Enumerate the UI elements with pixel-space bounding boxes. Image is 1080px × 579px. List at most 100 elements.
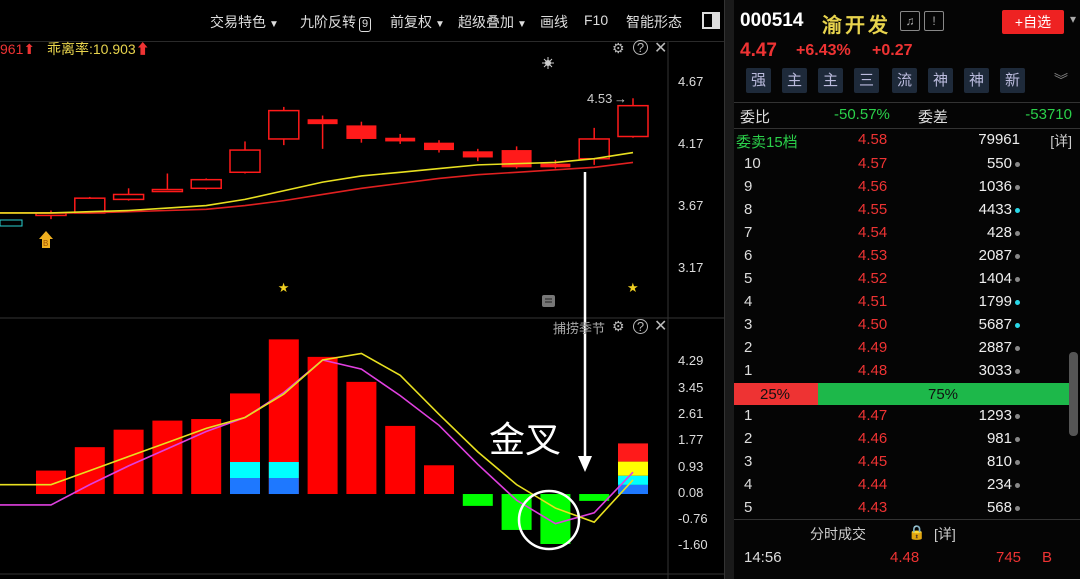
tag-flow[interactable]: 流 [892,68,917,93]
sub-y-tick: -0.76 [678,511,708,526]
tag-strong[interactable]: 强 [746,68,771,93]
quote-panel: 000514 渝开发 ♫ ! +自选 ▾ 4.47 +6.43% +0.27 强… [734,0,1080,579]
ask-volume: 1404 [978,270,1012,287]
warning-icon[interactable]: ! [924,11,944,31]
sub-y-tick: 1.77 [678,432,704,447]
ask-row[interactable]: 1 4.48 3033 [734,360,1064,383]
bid-price: 4.46 [858,430,888,447]
tag-main[interactable]: 主 [782,68,807,93]
candle[interactable] [307,115,338,149]
indicator-bar [346,381,377,495]
bid-row[interactable]: 4 4.44 234 [734,474,1064,497]
ask-row[interactable]: 8 4.55 4433 [734,199,1064,222]
ask-level: 1 [744,362,753,379]
buy-sell-ratio-bar: 25% 75% [734,383,1070,405]
level15-detail-link[interactable]: [详] [1050,131,1072,151]
settings-icon[interactable]: ⚙ [612,318,625,335]
sub-y-tick: -1.60 [678,537,708,552]
sub-y-tick: 4.29 [678,353,704,368]
star-signal-icon: ★ [627,281,639,296]
candle[interactable] [151,173,184,193]
ask-price: 4.48 [858,362,888,379]
bid-row[interactable]: 3 4.45 810 [734,451,1064,474]
tag-three[interactable]: 三 [854,68,879,93]
bid-price: 4.47 [858,407,888,424]
dropdown-arrow-icon[interactable]: ▾ [1068,10,1078,30]
candle[interactable] [268,106,300,146]
ask-volume: 4433 [978,201,1012,218]
indicator-bar [307,356,338,495]
indicator-bar [36,470,66,495]
order-dot-icon [1015,277,1020,282]
scrollbar-thumb[interactable] [1069,352,1078,436]
order-dot-icon [1015,208,1020,213]
sub-y-tick: 0.08 [678,485,704,500]
candle[interactable] [229,141,261,174]
ask-volume: 2087 [978,247,1012,264]
indicator-bar-segment [385,425,416,495]
candle[interactable] [190,178,222,190]
indicator-bar-segment [152,420,183,495]
order-dot-icon [1015,300,1020,305]
tag-new[interactable]: 新 [1000,68,1025,93]
ask-row[interactable]: 10 4.57 550 [734,153,1064,176]
ask-price: 4.54 [858,224,888,241]
expand-chevron-icon[interactable]: ︾ [1054,70,1068,90]
ask-row[interactable]: 9 4.56 1036 [734,176,1064,199]
ask-row[interactable]: 4 4.51 1799 [734,291,1064,314]
candle-body [268,109,300,140]
ask-row[interactable]: 2 4.49 2887 [734,337,1064,360]
tag-god[interactable]: 神 [928,68,953,93]
ask-volume: 5687 [978,316,1012,333]
ask-row[interactable]: 3 4.50 5687 [734,314,1064,337]
svg-text:4.53: 4.53 [587,91,612,106]
alert-bell-icon[interactable]: ♫ [900,11,920,31]
panel-splitter[interactable] [724,0,734,579]
close-icon[interactable]: ✕ [654,316,667,336]
indicator-bar [618,443,648,495]
ask-row[interactable]: 5 4.52 1404 [734,268,1064,291]
ask-price: 4.56 [858,178,888,195]
bid-row[interactable]: 2 4.46 981 [734,428,1064,451]
indicator-bar [424,465,454,495]
ask-level: 7 [744,224,753,241]
trades-detail-link[interactable]: [详] [934,524,956,544]
ask-volume: 2887 [978,339,1012,356]
candle[interactable] [35,210,67,220]
bid-price: 4.43 [858,499,888,516]
order-dot-icon [1015,323,1020,328]
order-dot-icon [1015,483,1020,488]
candle[interactable] [346,121,377,143]
candle[interactable] [74,196,106,214]
tag-main[interactable]: 主 [818,68,843,93]
candle[interactable] [424,140,454,153]
candle[interactable] [501,146,532,169]
ask-volume: 3033 [978,362,1012,379]
candle[interactable] [462,148,493,162]
help-icon[interactable]: ? [633,319,648,334]
lock-icon[interactable]: 🔒 [908,524,925,541]
bid-price: 4.44 [858,476,888,493]
level15-label: 委卖15档 [736,134,798,151]
indicator-bar-segment [191,419,222,495]
bid-volume: 810 [986,453,1012,470]
bid-row[interactable]: 5 4.43 568 [734,497,1064,520]
bid-level: 2 [744,430,753,447]
candle[interactable] [385,134,416,144]
ask-price: 4.53 [858,247,888,264]
candle[interactable] [112,188,145,201]
indicator-bar-segment [618,461,648,476]
indicator-bar [268,339,299,495]
tag-god[interactable]: 神 [964,68,989,93]
last-price: 4.47 [740,40,777,61]
buy-ratio: 75% [928,386,959,403]
ask-row[interactable]: 6 4.53 2087 [734,245,1064,268]
ask-row[interactable]: 7 4.54 428 [734,222,1064,245]
sub-y-tick: 0.93 [678,459,704,474]
event-marker-icon[interactable] [542,295,555,307]
svg-text:→: → [614,91,627,106]
add-watchlist-button[interactable]: +自选 [1002,10,1064,34]
bid-volume: 1293 [978,407,1012,424]
bid-row[interactable]: 1 4.47 1293 [734,405,1064,428]
ask-volume: 428 [986,224,1012,241]
